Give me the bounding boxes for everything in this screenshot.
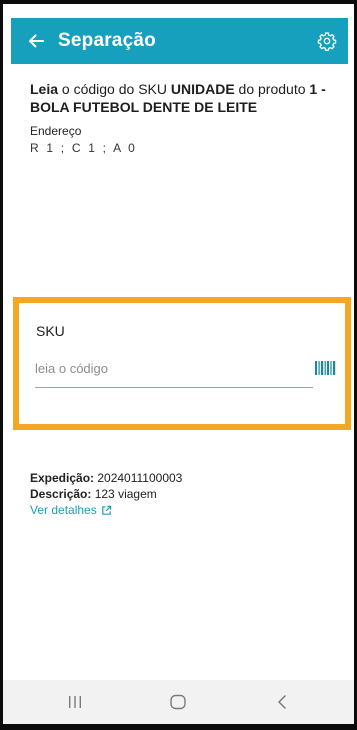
sku-scan-card: SKU: [13, 297, 351, 430]
page-title: Separação: [58, 30, 156, 51]
description-row: Descrição: 123 viagem: [30, 486, 182, 502]
system-nav-bar: [3, 680, 354, 724]
app-bar: Separação: [11, 18, 348, 64]
instruction-unit: UNIDADE: [170, 81, 235, 97]
instruction-verb: Leia: [30, 81, 59, 97]
system-back-button[interactable]: [252, 682, 312, 722]
expedition-info: Expedição: 2024011100003 Descrição: 123 …: [30, 470, 182, 518]
phone-screen: Separação Leia o código do SKU UNIDADE d…: [0, 0, 357, 730]
sku-label: SKU: [36, 323, 65, 339]
arrow-left-icon: [29, 34, 44, 48]
address-label: Endereço: [30, 124, 82, 138]
recents-icon: [68, 696, 81, 708]
address-value: R 1 ; C 1 ; A 0: [30, 141, 138, 155]
expedition-row: Expedição: 2024011100003: [30, 470, 182, 486]
home-icon: [170, 694, 187, 710]
instruction-text: o código do SKU: [58, 81, 171, 97]
instruction-text-2: do produto: [234, 81, 310, 97]
description-value: 123 viagem: [91, 487, 157, 501]
sku-input[interactable]: [35, 353, 313, 388]
description-label: Descrição:: [30, 487, 92, 501]
recents-button[interactable]: [45, 682, 105, 722]
back-chevron-icon: [278, 695, 286, 709]
view-details-link[interactable]: Ver detalhes: [30, 502, 112, 518]
gear-icon: [317, 32, 337, 51]
expedition-value: 2024011100003: [94, 471, 183, 485]
back-button[interactable]: [16, 18, 56, 64]
expedition-label: Expedição:: [30, 471, 95, 485]
settings-button[interactable]: [312, 26, 342, 56]
external-link-icon: [101, 505, 111, 515]
scan-instruction: Leia o código do SKU UNIDADE do produto …: [30, 80, 340, 116]
view-details-label: Ver detalhes: [30, 503, 97, 517]
details-link-row: Ver detalhes: [30, 502, 182, 518]
barcode-icon: [315, 361, 336, 375]
home-button[interactable]: [148, 682, 208, 722]
scan-barcode-button[interactable]: [313, 360, 339, 376]
